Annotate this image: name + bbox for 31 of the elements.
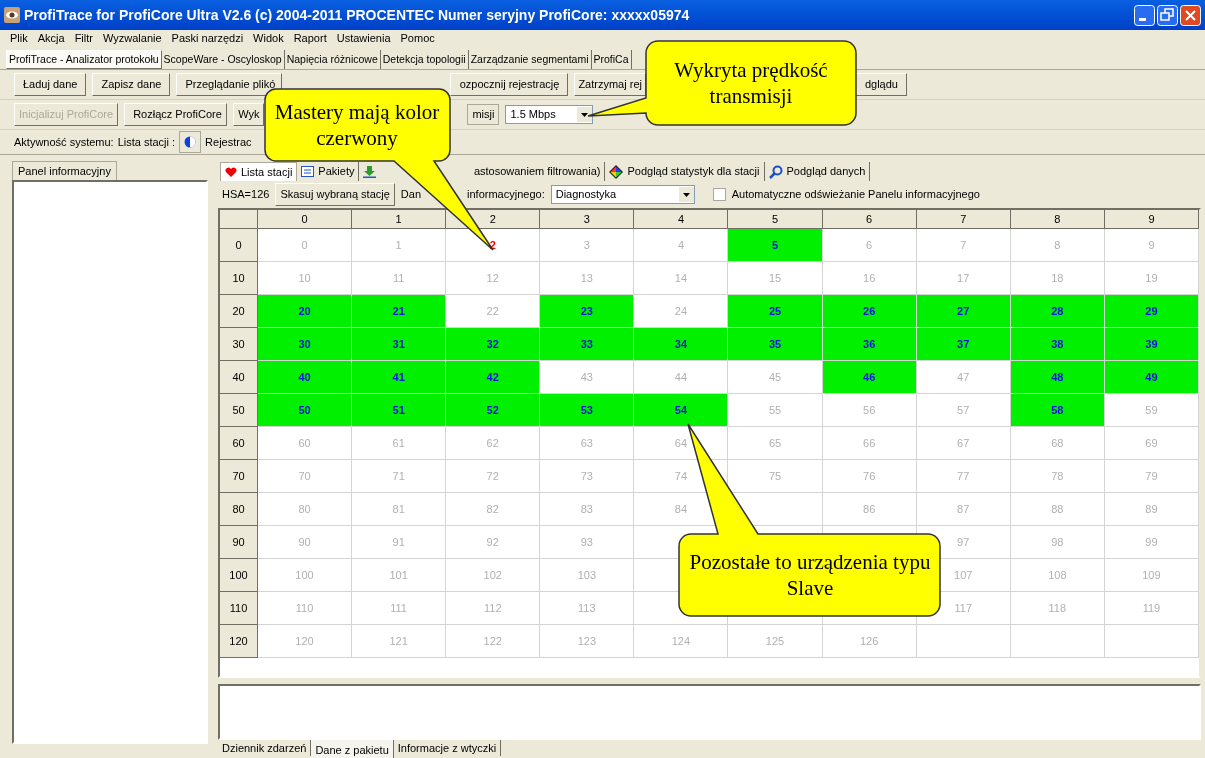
column-header: 5	[728, 210, 823, 229]
station-list-label: Lista stacji :	[117, 134, 176, 150]
column-header: 9	[1104, 210, 1199, 229]
column-header: 0	[258, 210, 353, 229]
row-header: 70	[220, 460, 258, 493]
row-header: 100	[220, 559, 258, 592]
column-header: 7	[916, 210, 1011, 229]
checkbox-label: Automatyczne odświeżanie Panelu informacyjnego	[731, 187, 980, 203]
row-header: 0	[220, 229, 258, 262]
row-header: 40	[220, 361, 258, 394]
row-header: 50	[220, 394, 258, 427]
row-header: 30	[220, 328, 258, 361]
activity-label: Aktywność systemu:	[14, 134, 114, 150]
column-header: 8	[1010, 210, 1105, 229]
data-label: informacyjnego:	[467, 187, 545, 203]
column-header: 3	[540, 210, 635, 229]
row-header: 60	[220, 427, 258, 460]
row-header: 110	[220, 592, 258, 625]
speed-label: misji	[467, 104, 500, 125]
data-label: Dan	[400, 187, 422, 203]
row-header: 120	[220, 625, 258, 658]
column-header: 4	[634, 210, 729, 229]
row-header: 20	[220, 295, 258, 328]
window-title: ProfiTrace for ProfiCore Ultra V2.6 (c) 2004-2011 PROCENTEC Numer seryjny ProfiCore: xxxxx05974	[24, 5, 690, 25]
row-header: 10	[220, 262, 258, 295]
column-header: 6	[822, 210, 917, 229]
recording-label: Rejestrac	[205, 134, 252, 150]
row-header: 90	[220, 526, 258, 559]
column-header: 1	[352, 210, 447, 229]
hsa-label: HSA=126	[222, 187, 270, 203]
row-header: 80	[220, 493, 258, 526]
